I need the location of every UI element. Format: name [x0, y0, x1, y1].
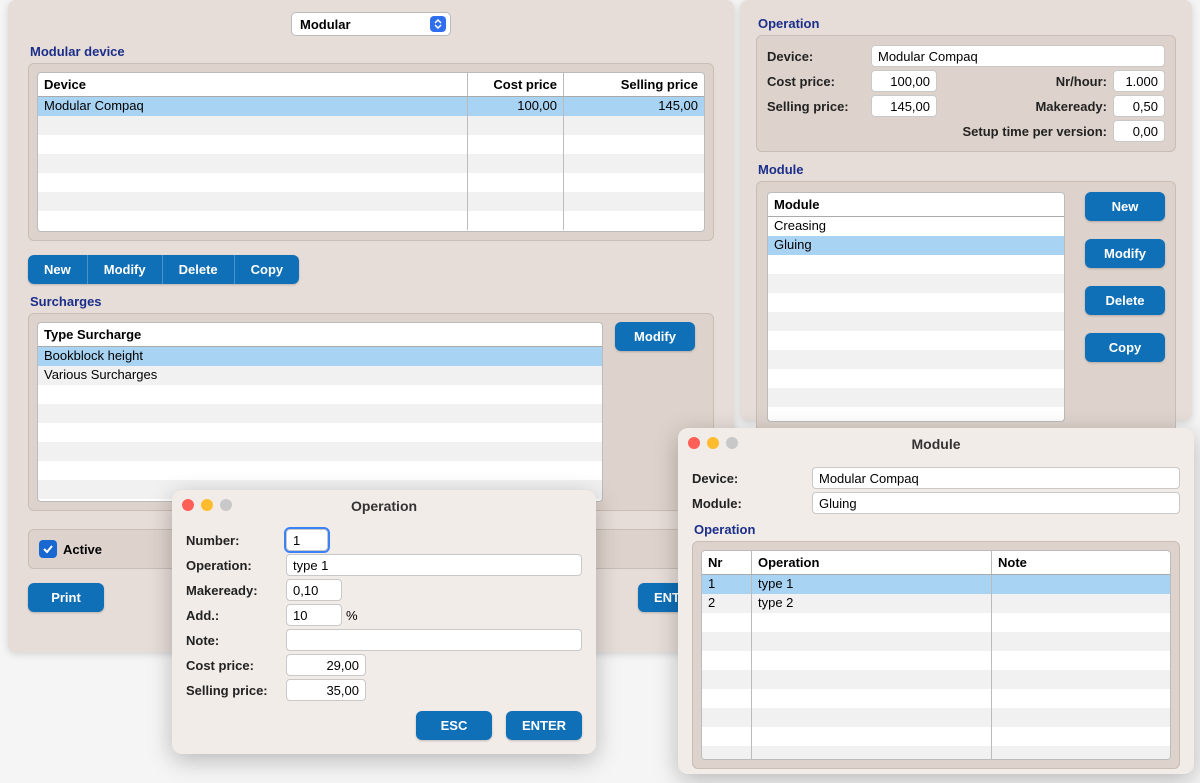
active-label: Active: [63, 542, 102, 557]
add-field[interactable]: [286, 604, 342, 626]
note-field[interactable]: [286, 629, 582, 651]
op-table[interactable]: Nr Operation Note 1 type 1 2 type 2: [701, 550, 1171, 760]
operation-dialog: Operation Number: Operation: Makeready: …: [172, 490, 596, 754]
op-enter-button[interactable]: ENTER: [506, 711, 582, 740]
module-copy-button[interactable]: Copy: [1085, 333, 1165, 362]
device-section: Device Cost price Selling price Modular …: [28, 63, 714, 241]
col-nr: Nr: [702, 551, 752, 574]
makeready-field[interactable]: [1113, 95, 1165, 117]
cost-field[interactable]: [871, 70, 937, 92]
window-titlebar[interactable]: Operation: [172, 490, 596, 520]
minimize-icon[interactable]: [707, 437, 719, 449]
window-titlebar[interactable]: Module: [678, 428, 1194, 458]
print-button[interactable]: Print: [28, 583, 104, 612]
lbl-cost: Cost price:: [767, 74, 871, 89]
lbl-add: Add.:: [186, 608, 286, 623]
table-row[interactable]: Bookblock height: [38, 347, 602, 366]
modify-button[interactable]: Modify: [88, 255, 163, 284]
module-delete-button[interactable]: Delete: [1085, 286, 1165, 315]
maximize-icon[interactable]: [220, 499, 232, 511]
col-type-surcharge: Type Surcharge: [38, 323, 602, 346]
col-operation: Operation: [752, 551, 992, 574]
lbl-setuptime: Setup time per version:: [963, 124, 1107, 139]
esc-button[interactable]: ESC: [416, 711, 492, 740]
chevron-updown-icon: [430, 16, 446, 32]
op-selling-field[interactable]: [286, 679, 366, 701]
number-field[interactable]: [286, 529, 328, 551]
table-row[interactable]: Creasing: [768, 217, 1064, 236]
pct-label: %: [346, 608, 358, 623]
lbl-cost: Cost price:: [186, 658, 286, 673]
col-device: Device: [38, 73, 468, 96]
new-button[interactable]: New: [28, 255, 88, 284]
window-title: Module: [912, 436, 961, 452]
window-title: Operation: [351, 498, 417, 514]
close-icon[interactable]: [182, 499, 194, 511]
col-module: Module: [768, 193, 1064, 216]
lbl-module: Module:: [692, 496, 812, 511]
op-cost-field[interactable]: [286, 654, 366, 676]
table-row[interactable]: Various Surcharges: [38, 366, 602, 385]
lbl-makeready: Makeready:: [186, 583, 286, 598]
nrhour-field[interactable]: [1113, 70, 1165, 92]
col-selling: Selling price: [564, 73, 704, 96]
table-row[interactable]: 2 type 2: [702, 594, 1170, 613]
mod-module-field[interactable]: [812, 492, 1180, 514]
lbl-device: Device:: [692, 471, 812, 486]
module-table[interactable]: Module Creasing Gluing: [767, 192, 1065, 422]
lbl-makeready: Makeready:: [1017, 99, 1107, 114]
module-new-button[interactable]: New: [1085, 192, 1165, 221]
lbl-operation: Operation:: [186, 558, 286, 573]
close-icon[interactable]: [688, 437, 700, 449]
lbl-selling: Selling price:: [767, 99, 871, 114]
select-value: Modular: [300, 17, 351, 32]
setuptime-field[interactable]: [1113, 120, 1165, 142]
op-title: Operation: [694, 522, 1180, 537]
lbl-number: Number:: [186, 533, 286, 548]
table-row[interactable]: 1 type 1: [702, 575, 1170, 594]
window-controls: [182, 499, 232, 511]
col-cost: Cost price: [468, 73, 564, 96]
maximize-icon[interactable]: [726, 437, 738, 449]
lbl-device: Device:: [767, 49, 871, 64]
device-type-select[interactable]: Modular: [291, 12, 451, 36]
minimize-icon[interactable]: [201, 499, 213, 511]
op-section: Nr Operation Note 1 type 1 2 type 2: [692, 541, 1180, 769]
lbl-note: Note:: [186, 633, 286, 648]
module-section: Module Creasing Gluing New Modify Delete…: [756, 181, 1176, 433]
mod-device-field[interactable]: [812, 467, 1180, 489]
operation-section: Device: Cost price: Nr/hour: Selling pri…: [756, 35, 1176, 152]
lbl-nrhour: Nr/hour:: [1029, 74, 1107, 89]
window-controls: [688, 437, 738, 449]
device-table[interactable]: Device Cost price Selling price Modular …: [37, 72, 705, 232]
module-dialog: Module Device: Module: Operation Nr Oper…: [678, 428, 1194, 774]
surcharges-table[interactable]: Type Surcharge Bookblock height Various …: [37, 322, 603, 502]
selling-field[interactable]: [871, 95, 937, 117]
surcharges-title: Surcharges: [30, 294, 714, 309]
copy-button[interactable]: Copy: [235, 255, 300, 284]
table-row[interactable]: Modular Compaq 100,00 145,00: [38, 97, 704, 116]
active-checkbox[interactable]: [39, 540, 57, 558]
module-title: Module: [758, 162, 1176, 177]
table-row[interactable]: Gluing: [768, 236, 1064, 255]
col-note: Note: [992, 551, 1170, 574]
operation-title: Operation: [758, 16, 1176, 31]
lbl-selling: Selling price:: [186, 683, 286, 698]
device-field[interactable]: [871, 45, 1165, 67]
surcharge-modify-button[interactable]: Modify: [615, 322, 695, 351]
operation-field[interactable]: [286, 554, 582, 576]
modular-device-title: Modular device: [30, 44, 714, 59]
surcharges-section: Type Surcharge Bookblock height Various …: [28, 313, 714, 511]
module-button-column: New Modify Delete Copy: [1085, 192, 1165, 422]
module-modify-button[interactable]: Modify: [1085, 239, 1165, 268]
right-panel: Operation Device: Cost price: Nr/hour: S…: [740, 0, 1192, 420]
op-makeready-field[interactable]: [286, 579, 342, 601]
device-button-group: New Modify Delete Copy: [28, 255, 299, 284]
delete-button[interactable]: Delete: [163, 255, 235, 284]
